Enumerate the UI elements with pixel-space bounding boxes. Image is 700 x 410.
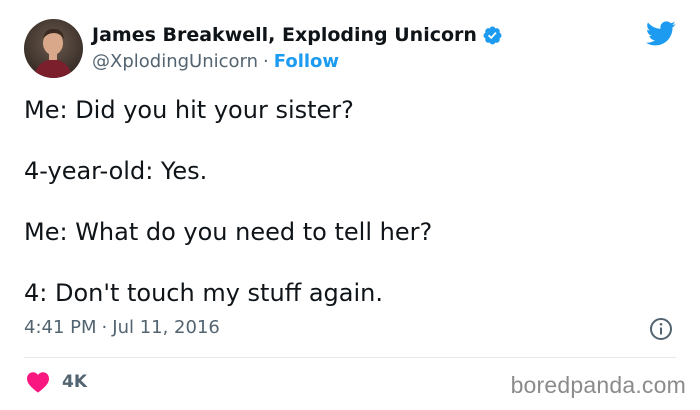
tweet-line: Me: Did you hit your sister? bbox=[24, 96, 354, 124]
handle-separator: · bbox=[263, 51, 269, 72]
tweet-text: Me: Did you hit your sister? 4-year-old:… bbox=[24, 93, 674, 337]
twitter-bird-icon[interactable] bbox=[646, 18, 676, 48]
tweet-line: 4: Don't touch my stuff again. bbox=[24, 279, 383, 307]
tweet-card: James Breakwell, Exploding Unicorn @Xplo… bbox=[0, 0, 700, 410]
tweet-date: Jul 11, 2016 bbox=[112, 317, 220, 338]
timestamp-separator: · bbox=[101, 317, 108, 338]
tweet-line: Me: What do you need to tell her? bbox=[24, 218, 433, 246]
like-button[interactable]: 4K bbox=[26, 371, 87, 393]
handle[interactable]: @XplodingUnicorn bbox=[92, 51, 258, 72]
follow-button[interactable]: Follow bbox=[274, 51, 339, 72]
handle-row: @XplodingUnicorn · Follow bbox=[92, 51, 503, 72]
like-count: 4K bbox=[62, 372, 88, 392]
name-row: James Breakwell, Exploding Unicorn bbox=[92, 22, 503, 48]
heart-icon bbox=[27, 372, 49, 393]
verified-badge-icon bbox=[483, 26, 502, 44]
author-block: James Breakwell, Exploding Unicorn @Xplo… bbox=[92, 22, 503, 72]
watermark: boredpanda.com bbox=[510, 372, 686, 398]
info-icon[interactable] bbox=[649, 317, 673, 341]
tweet-line: 4-year-old: Yes. bbox=[24, 157, 208, 185]
tweet-timestamp[interactable]: 4:41 PM · Jul 11, 2016 bbox=[24, 317, 220, 338]
divider bbox=[24, 357, 676, 358]
display-name[interactable]: James Breakwell, Exploding Unicorn bbox=[92, 24, 477, 46]
tweet-time: 4:41 PM bbox=[24, 317, 97, 338]
avatar[interactable] bbox=[24, 19, 83, 78]
